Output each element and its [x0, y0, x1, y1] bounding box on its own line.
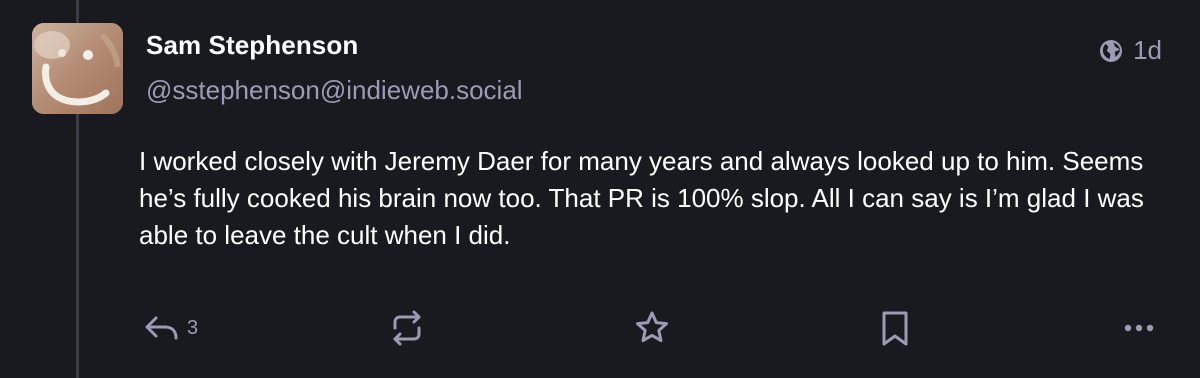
avatar-image [32, 23, 123, 114]
reply-icon [143, 313, 181, 343]
more-icon [1120, 318, 1160, 338]
reply-count: 3 [187, 316, 199, 339]
avatar[interactable] [32, 23, 123, 114]
action-bar: 3 [0, 303, 1200, 353]
globe-icon [1099, 39, 1123, 63]
post-timestamp[interactable]: 1d [1133, 35, 1162, 66]
author-display-name[interactable]: Sam Stephenson [146, 30, 358, 61]
post-text: I worked closely with Jeremy Daer for ma… [139, 146, 1144, 250]
post[interactable]: Sam Stephenson @sstephenson@indieweb.soc… [0, 0, 1200, 378]
star-icon [633, 309, 671, 347]
bookmark-icon [878, 308, 912, 348]
more-button[interactable] [1120, 303, 1160, 353]
post-meta: 1d [1099, 35, 1162, 66]
reply-button[interactable]: 3 [143, 303, 198, 353]
boost-button[interactable] [388, 303, 426, 353]
favourite-button[interactable] [633, 303, 671, 353]
bookmark-button[interactable] [878, 303, 912, 353]
post-content: I worked closely with Jeremy Daer for ma… [139, 143, 1149, 254]
boost-icon [388, 308, 426, 348]
author-handle[interactable]: @sstephenson@indieweb.social [146, 75, 523, 106]
